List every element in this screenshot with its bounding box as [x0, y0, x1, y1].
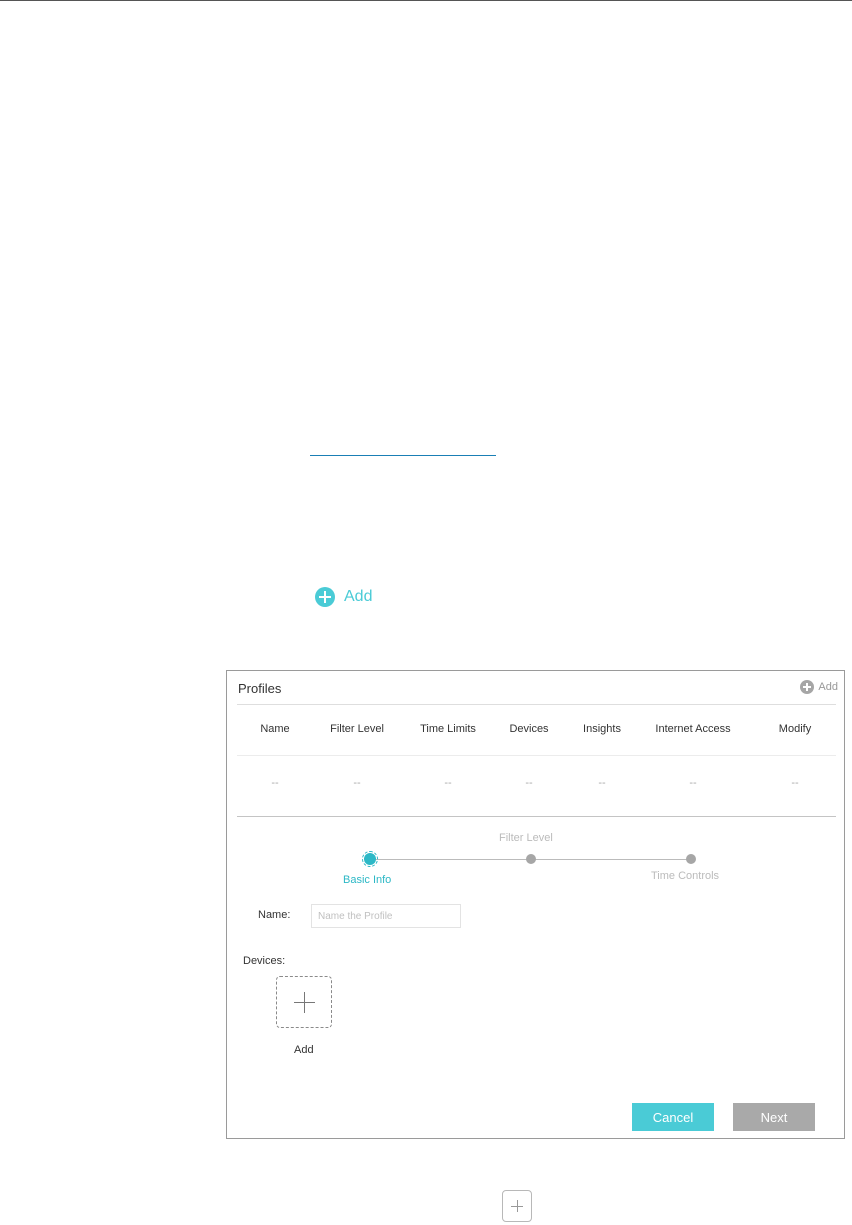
column-header: Insights: [583, 723, 621, 735]
table-row: -- -- -- -- -- -- --: [237, 777, 836, 797]
step-label-basic-info: Basic Info: [343, 874, 392, 886]
table-cell: --: [791, 777, 799, 789]
column-header: Devices: [509, 723, 549, 735]
stepper-line: [531, 859, 691, 860]
step-label-filter-level: Filter Level: [499, 832, 553, 844]
add-profile-link[interactable]: Add: [315, 587, 372, 607]
profiles-panel: Profiles Add Name Filter Level Time Limi…: [226, 670, 845, 1139]
step-dot-filter-level[interactable]: [526, 854, 536, 864]
step-dot-basic-info[interactable]: [364, 853, 376, 865]
devices-label: Devices:: [243, 955, 286, 967]
table-cell: --: [525, 777, 533, 789]
add-device-label: Add: [294, 1044, 314, 1056]
table-cell: --: [444, 777, 452, 789]
column-header: Modify: [778, 723, 812, 735]
plus-icon: [517, 1200, 518, 1212]
panel-add-button[interactable]: Add: [800, 680, 838, 694]
add-link-label: Add: [344, 588, 373, 605]
column-header: Time Limits: [420, 723, 476, 735]
top-rule: [0, 0, 852, 1]
table-cell: --: [689, 777, 697, 789]
table-cell: --: [598, 777, 606, 789]
name-label: Name:: [258, 909, 291, 921]
table-header: Name Filter Level Time Limits Devices In…: [237, 723, 836, 743]
table-cell: --: [353, 777, 361, 789]
divider: [237, 755, 836, 756]
column-header: Filter Level: [330, 723, 384, 735]
name-input[interactable]: [311, 904, 461, 928]
panel-title: Profiles: [238, 681, 282, 696]
plus-circle-icon: [800, 680, 815, 694]
step-label-time-controls: Time Controls: [651, 870, 720, 882]
add-device-icon: [502, 1190, 532, 1222]
stepper-line: [370, 859, 531, 860]
add-device-button[interactable]: [276, 976, 332, 1028]
plus-icon: [304, 992, 305, 1013]
divider: [237, 704, 836, 705]
panel-add-label: Add: [818, 681, 838, 693]
cancel-button[interactable]: Cancel: [632, 1103, 714, 1131]
table-cell: --: [271, 777, 279, 789]
plus-circle-icon: [315, 587, 335, 607]
step-dot-time-controls[interactable]: [686, 854, 696, 864]
link-underline[interactable]: [310, 455, 496, 456]
column-header: Internet Access: [655, 723, 731, 735]
next-button[interactable]: Next: [733, 1103, 815, 1131]
divider: [237, 816, 836, 817]
column-header: Name: [260, 723, 290, 735]
